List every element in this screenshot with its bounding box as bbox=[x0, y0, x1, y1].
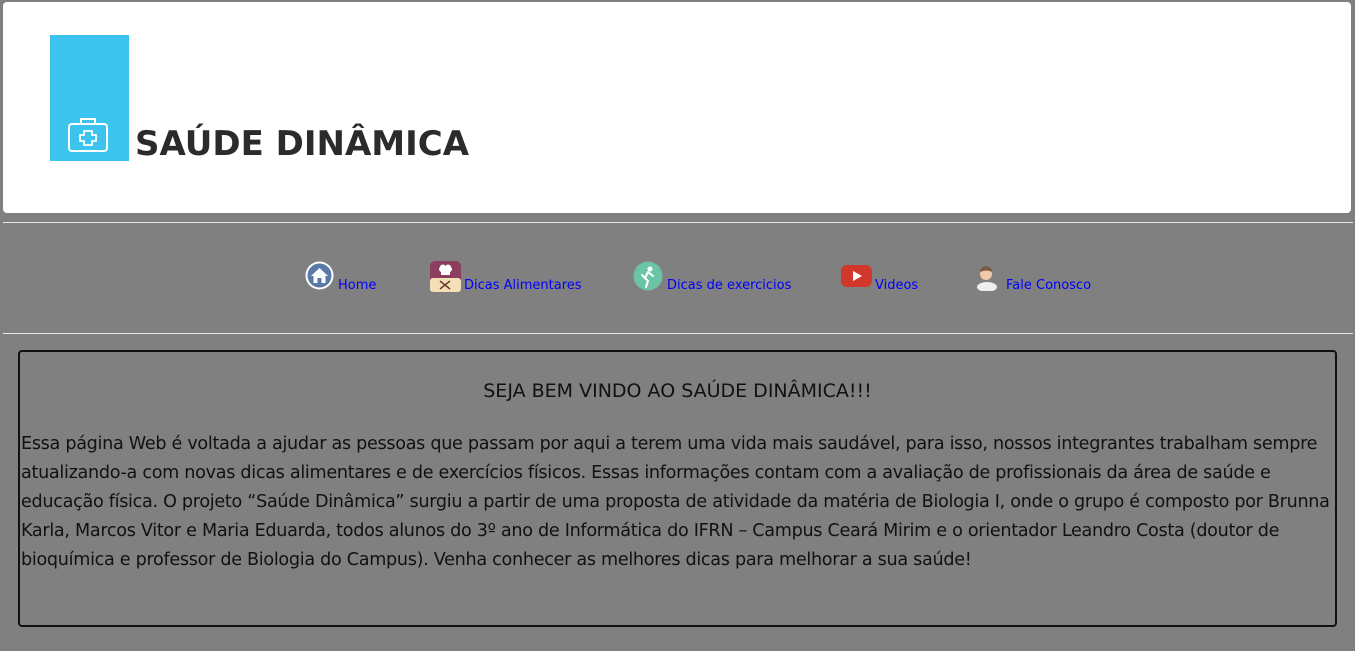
intro-paragraph: Essa página Web é voltada a ajudar as pe… bbox=[21, 434, 1330, 570]
divider bbox=[3, 222, 1353, 223]
welcome-section: SEJA BEM VINDO AO SAÚDE DINÂMICA!!! Essa… bbox=[18, 350, 1337, 627]
logo-mark bbox=[50, 35, 129, 161]
nav-label: Dicas de exercicios bbox=[667, 278, 792, 293]
nav-label: Fale Conosco bbox=[1006, 278, 1092, 293]
chef-icon bbox=[430, 261, 461, 296]
nav-item-fale-conosco[interactable]: Fale Conosco bbox=[975, 258, 1100, 298]
nav-label: Videos bbox=[875, 278, 919, 293]
nav-label: Home bbox=[338, 278, 377, 293]
medical-kit-icon bbox=[68, 118, 108, 152]
nav-item-videos[interactable]: Videos bbox=[841, 258, 926, 298]
welcome-heading: SEJA BEM VINDO AO SAÚDE DINÂMICA!!! bbox=[483, 380, 872, 402]
nav-item-home[interactable]: Home bbox=[305, 258, 385, 298]
nav-item-dicas-exercicios[interactable]: Dicas de exercicios bbox=[633, 258, 798, 298]
person-icon bbox=[975, 263, 999, 295]
brand-name: SAÚDE DINÂMICA bbox=[135, 124, 470, 164]
home-icon bbox=[305, 261, 334, 294]
divider bbox=[3, 333, 1353, 334]
site-header: SAÚDE DINÂMICA bbox=[3, 2, 1351, 213]
exercise-icon bbox=[633, 261, 663, 295]
nav-item-dicas-alimentares[interactable]: Dicas Alimentares bbox=[430, 258, 590, 298]
nav-label: Dicas Alimentares bbox=[464, 278, 582, 293]
youtube-icon bbox=[841, 265, 872, 291]
main-nav: Home Dicas Alimentares Dicas de exercici… bbox=[0, 258, 1355, 298]
